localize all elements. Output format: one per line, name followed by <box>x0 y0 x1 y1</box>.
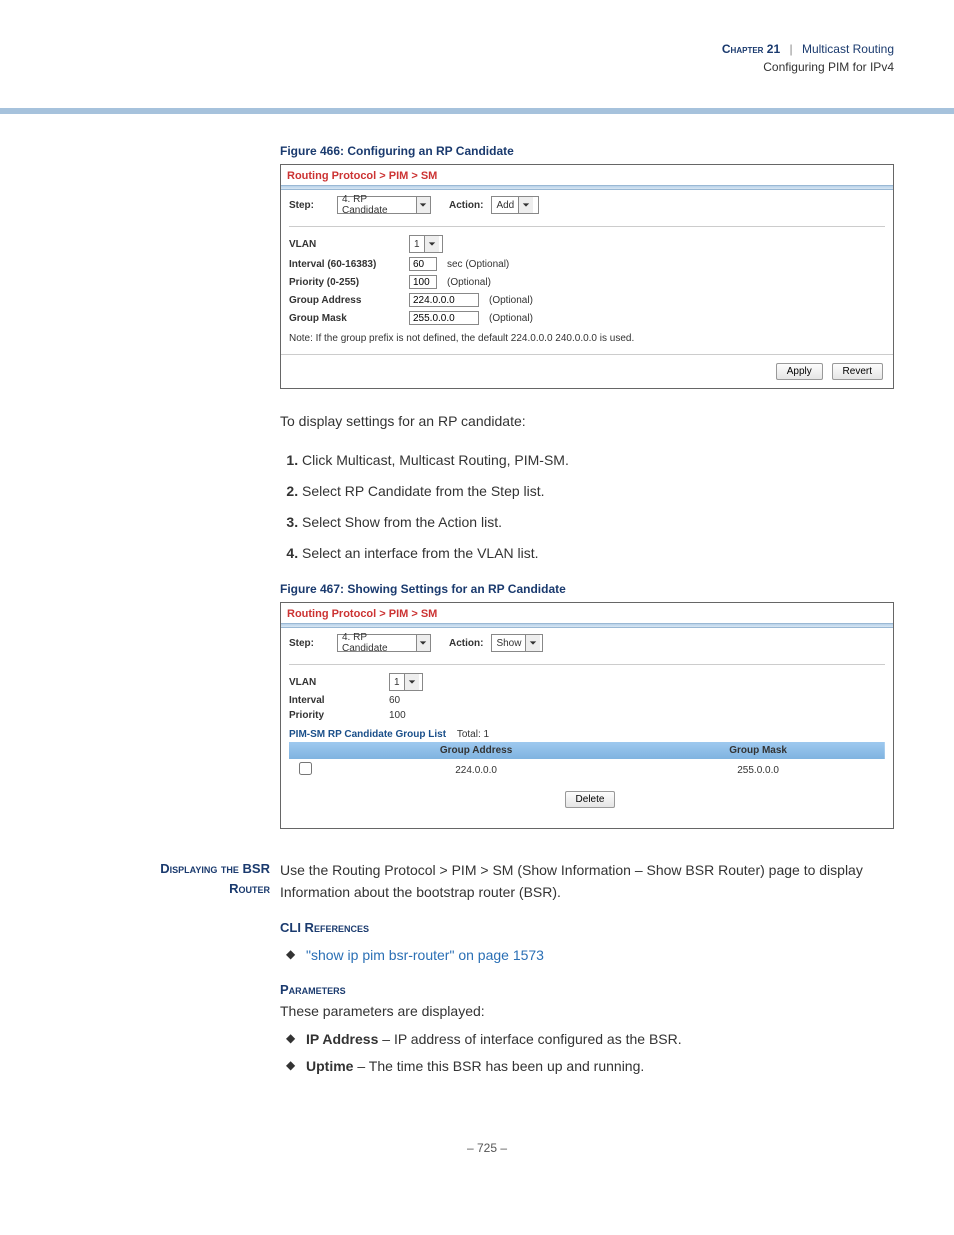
row-groupmask: 255.0.0.0 <box>631 759 885 781</box>
chapter-label: Chapter 21 <box>722 42 780 56</box>
page-number: – 725 – <box>80 1141 894 1155</box>
page-header: Chapter 21 | Multicast Routing Configuri… <box>80 40 894 76</box>
figure-466-caption: Figure 466: Configuring an RP Candidate <box>280 144 894 158</box>
cli-references-heading: CLI References <box>280 918 894 939</box>
step-3: Select Show from the Action list. <box>302 512 894 533</box>
action-select[interactable]: Show <box>491 634 543 652</box>
table-row: 224.0.0.0 255.0.0.0 <box>289 759 885 781</box>
figure-467-caption: Figure 467: Showing Settings for an RP C… <box>280 582 894 596</box>
revert-button[interactable]: Revert <box>832 363 883 380</box>
step-label: Step: <box>289 200 329 211</box>
priority-input[interactable] <box>409 275 437 289</box>
figure-466-breadcrumb: Routing Protocol > PIM > SM <box>281 165 893 185</box>
priority-unit: (Optional) <box>447 277 491 288</box>
groupaddr-label: Group Address <box>289 295 409 306</box>
step-4: Select an interface from the VLAN list. <box>302 543 894 564</box>
groupmask-label: Group Mask <box>289 313 409 324</box>
interval-label: Interval <box>289 695 389 706</box>
cli-link[interactable]: "show ip pim bsr-router" on page 1573 <box>280 945 894 966</box>
priority-value: 100 <box>389 710 406 721</box>
chevron-down-icon <box>416 197 430 213</box>
step-select[interactable]: 4. RP Candidate <box>337 634 431 652</box>
figure-466-note: Note: If the group prefix is not defined… <box>289 333 885 344</box>
parameter-uptime: Uptime – The time this BSR has been up a… <box>280 1056 894 1077</box>
interval-unit: sec (Optional) <box>447 259 509 270</box>
step-1: Click Multicast, Multicast Routing, PIM-… <box>302 450 894 471</box>
interval-value: 60 <box>389 695 400 706</box>
action-label: Action: <box>449 200 483 211</box>
groupmask-input[interactable] <box>409 311 479 325</box>
bsr-body: Use the Routing Protocol > PIM > SM (Sho… <box>280 859 894 904</box>
row-checkbox[interactable] <box>299 762 312 775</box>
groupaddr-unit: (Optional) <box>489 295 533 306</box>
section-title: Displaying the BSR Router <box>80 859 280 898</box>
chevron-down-icon <box>416 635 430 651</box>
group-list-total: Total: 1 <box>457 729 489 740</box>
action-select[interactable]: Add <box>491 196 539 214</box>
vlan-select[interactable]: 1 <box>389 673 423 691</box>
header-rule <box>0 108 954 114</box>
chapter-title: Multicast Routing <box>802 42 894 56</box>
parameters-heading: Parameters <box>280 980 894 1001</box>
vlan-label: VLAN <box>289 677 389 688</box>
figure-467: Routing Protocol > PIM > SM Step: 4. RP … <box>280 602 894 829</box>
intro-text: To display settings for an RP candidate: <box>280 411 894 432</box>
groupaddr-input[interactable] <box>409 293 479 307</box>
group-list-table: Group Address Group Mask 224.0.0.0 255.0… <box>289 742 885 781</box>
delete-button[interactable]: Delete <box>565 791 616 808</box>
parameters-intro: These parameters are displayed: <box>280 1000 894 1022</box>
chevron-down-icon <box>525 635 540 651</box>
step-2: Select RP Candidate from the Step list. <box>302 481 894 502</box>
group-list-title: PIM-SM RP Candidate Group List <box>289 729 446 740</box>
row-groupaddr: 224.0.0.0 <box>321 759 631 781</box>
step-select[interactable]: 4. RP Candidate <box>337 196 431 214</box>
steps-list: Click Multicast, Multicast Routing, PIM-… <box>280 450 894 564</box>
interval-label: Interval (60-16383) <box>289 259 409 270</box>
figure-466: Routing Protocol > PIM > SM Step: 4. RP … <box>280 164 894 389</box>
col-groupmask: Group Mask <box>631 742 885 759</box>
vlan-label: VLAN <box>289 239 409 250</box>
chevron-down-icon <box>518 197 533 213</box>
interval-input[interactable] <box>409 257 437 271</box>
chevron-down-icon <box>404 674 419 690</box>
figure-467-breadcrumb: Routing Protocol > PIM > SM <box>281 603 893 623</box>
parameter-ip-address: IP Address – IP address of interface con… <box>280 1029 894 1050</box>
action-label: Action: <box>449 638 483 649</box>
step-label: Step: <box>289 638 329 649</box>
vlan-select[interactable]: 1 <box>409 235 443 253</box>
priority-label: Priority (0-255) <box>289 277 409 288</box>
col-groupaddr: Group Address <box>321 742 631 759</box>
chevron-down-icon <box>424 236 439 252</box>
groupmask-unit: (Optional) <box>489 313 533 324</box>
apply-button[interactable]: Apply <box>776 363 823 380</box>
priority-label: Priority <box>289 710 389 721</box>
header-subtitle: Configuring PIM for IPv4 <box>763 60 894 74</box>
separator: | <box>789 42 792 56</box>
